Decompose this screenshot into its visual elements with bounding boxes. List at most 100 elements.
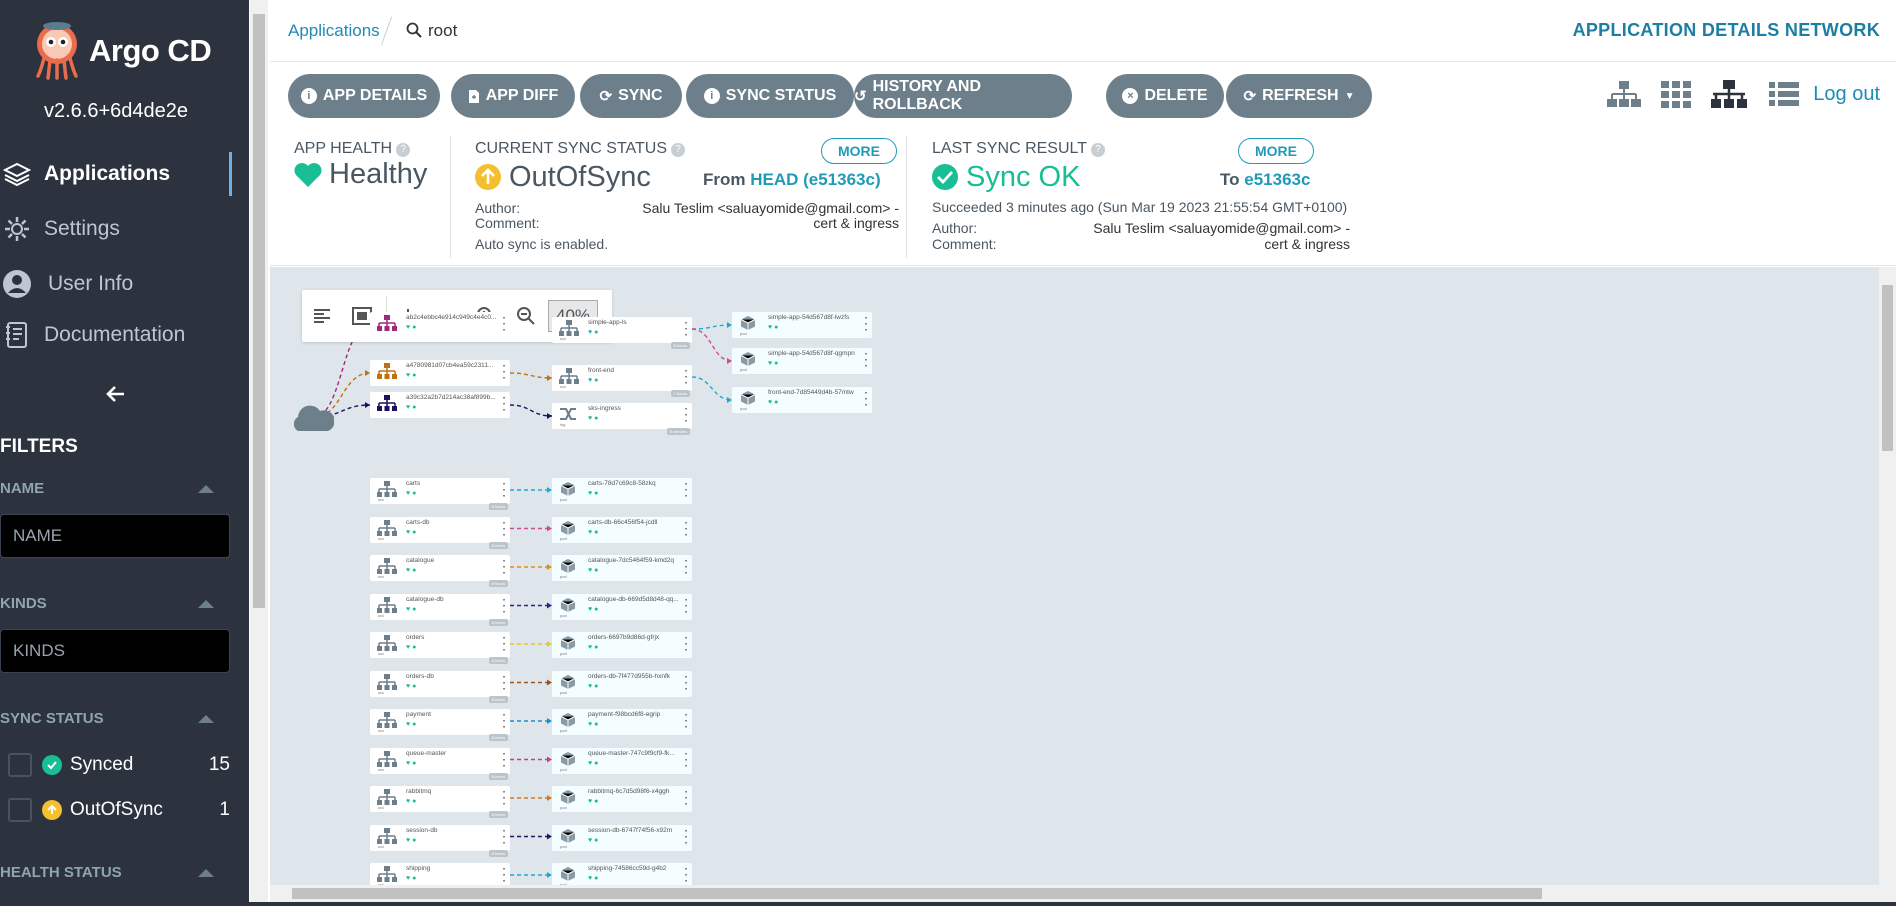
more-vertical-icon[interactable]: · · · — [685, 518, 688, 540]
pod-node[interactable]: orders-db-7f477d955b-hxnfk ♥ ● · · · pod — [552, 670, 692, 697]
graph-vertical-scrollbar[interactable] — [1879, 267, 1896, 885]
nav-item-user-info[interactable]: User Info — [0, 262, 232, 306]
more-vertical-icon[interactable]: · · · — [503, 865, 506, 886]
more-vertical-icon[interactable]: · · · — [865, 350, 868, 372]
pod-node[interactable]: catalogue-7dc5464f59-kmd2q ♥ ● · · · pod — [552, 555, 692, 581]
more-vertical-icon[interactable]: · · · — [685, 749, 688, 771]
more-vertical-icon[interactable]: · · · — [503, 557, 506, 579]
sync-filter-outofsync[interactable]: OutOfSync 1 — [8, 795, 230, 825]
sync-button[interactable]: ⟳ SYNC — [580, 74, 682, 118]
more-vertical-icon[interactable]: · · · — [865, 314, 868, 336]
more-vertical-icon[interactable]: · · · — [685, 595, 688, 617]
svc-node[interactable]: shipping♥ ●···svc8 hours — [370, 863, 510, 885]
align-left-icon[interactable] — [310, 304, 334, 328]
help-icon[interactable]: ? — [1091, 143, 1106, 157]
svc-node[interactable]: carts-db ♥ ● · · · svc 8 hours — [370, 516, 510, 549]
tree-view-icon[interactable] — [1606, 79, 1642, 109]
more-vertical-icon[interactable]: · · · — [685, 405, 688, 427]
revision-link[interactable]: HEAD (e51363c) — [750, 170, 880, 189]
pod-node[interactable]: rabbitmq-6c7d5d98f6-x4ggh ♥ ● · · · pod — [552, 786, 692, 812]
sync-status-button[interactable]: i SYNC STATUS — [686, 74, 854, 118]
pod-node[interactable]: simple-app-54d567d8f-lwzfs ♥ ● · · · pod — [732, 312, 872, 338]
name-filter-input[interactable] — [0, 514, 230, 558]
more-vertical-icon[interactable]: · · · — [503, 595, 506, 617]
help-icon[interactable]: ? — [396, 143, 411, 157]
svc-node[interactable]: payment ♥ ● · · · svc 8 hours — [370, 709, 510, 741]
svc-node[interactable]: queue-master ♥ ● · · · svc 8 hours — [370, 747, 510, 780]
more-vertical-icon[interactable]: · · · — [685, 480, 688, 502]
more-vertical-icon[interactable]: · · · — [503, 362, 506, 384]
ing-node[interactable]: sks-ingress ♥ ● · · · ing 5 minutes — [552, 403, 692, 435]
filter-kinds-header[interactable]: KINDS — [0, 595, 232, 612]
svc-node[interactable]: rabbitmq ♥ ● · · · svc 8 hours — [370, 786, 510, 818]
refresh-button[interactable]: ⟳ REFRESH ▼ — [1226, 74, 1372, 118]
svc-node[interactable]: catalogue-db ♥ ● · · · svc 8 hours — [370, 593, 510, 626]
filter-sync-status-header[interactable]: SYNC STATUS — [0, 710, 232, 727]
more-vertical-icon[interactable]: · · · — [503, 480, 506, 502]
more-vertical-icon[interactable]: · · · — [685, 788, 688, 810]
pod-node[interactable]: session-db-6747f74f56-x92m ♥ ● · · · pod — [552, 824, 692, 851]
pod-node[interactable]: orders-6697b9d86d-gfrjx ♥ ● · · · pod — [552, 632, 692, 658]
svc-node[interactable]: orders ♥ ● · · · svc 8 hours — [370, 632, 510, 664]
more-vertical-icon[interactable]: · · · — [503, 634, 506, 656]
app-diff-button[interactable]: APP DIFF — [451, 74, 575, 118]
more-vertical-icon[interactable]: · · · — [503, 518, 506, 540]
scrollbar-thumb[interactable] — [1882, 285, 1893, 451]
svc-node[interactable]: carts ♥ ● · · · svc 8 hours — [370, 478, 510, 510]
resource-graph[interactable]: 40% ab2c4ebbc4e914c949c4e4c0... ♥ ● · · · a47… — [270, 267, 1879, 885]
more-vertical-icon[interactable]: · · · — [503, 711, 506, 733]
search-query[interactable]: root — [428, 21, 457, 41]
more-vertical-icon[interactable]: · · · — [503, 788, 506, 810]
list-view-icon[interactable] — [1768, 79, 1800, 109]
sync-filter-synced[interactable]: Synced 15 — [8, 750, 230, 780]
delete-button[interactable]: × DELETE — [1106, 74, 1224, 118]
more-vertical-icon[interactable]: · · · — [685, 557, 688, 579]
more-button[interactable]: MORE — [821, 138, 897, 164]
sidebar-scrollbar[interactable] — [250, 0, 268, 906]
pod-node[interactable]: simple-app-54d567d8f-qgmpn ♥ ● · · · pod — [732, 348, 872, 374]
rs-node[interactable]: ab2c4ebbc4e914c949c4e4c0... ♥ ● · · · — [370, 312, 510, 338]
svc-node[interactable]: simple-app-ls ♥ ● · · · svc 8 hours — [552, 317, 692, 349]
pod-node[interactable]: payment-f98bcd6f8-egrip ♥ ● · · · pod — [552, 709, 692, 735]
rs-node[interactable]: a4780981d07cb4ea59c2311... ♥ ● · · · — [370, 360, 510, 386]
nav-item-applications[interactable]: Applications — [0, 152, 232, 196]
brand[interactable]: Argo CD — [32, 22, 249, 82]
more-vertical-icon[interactable]: · · · — [503, 826, 506, 848]
more-vertical-icon[interactable]: · · · — [503, 394, 506, 416]
nav-item-documentation[interactable]: Documentation — [0, 313, 232, 357]
svc-node[interactable]: session-db ♥ ● · · · svc 8 hours — [370, 824, 510, 857]
graph-horizontal-scrollbar[interactable] — [270, 885, 1896, 902]
help-icon[interactable]: ? — [671, 143, 686, 157]
filter-health-status-header[interactable]: HEALTH STATUS — [0, 864, 232, 881]
pod-node[interactable]: front-end-7d85449d4b-57mtw ♥ ● · · · pod — [732, 387, 872, 413]
svc-node[interactable]: front-end ♥ ● · · · svc 7 hours — [552, 365, 692, 397]
pod-node[interactable]: carts-db-66c456f54-jcdll ♥ ● · · · pod — [552, 516, 692, 543]
more-vertical-icon[interactable]: · · · — [685, 865, 688, 886]
app-details-button[interactable]: i APP DETAILS — [288, 74, 440, 118]
more-vertical-icon[interactable]: · · · — [685, 634, 688, 656]
pod-node[interactable]: queue-master-747c9f9cf9-fk... ♥ ● · · · pod — [552, 747, 692, 774]
svc-node[interactable]: catalogue ♥ ● · · · svc 8 hours — [370, 555, 510, 587]
more-vertical-icon[interactable]: · · · — [865, 389, 868, 411]
svc-node[interactable]: orders-db ♥ ● · · · svc 8 hours — [370, 670, 510, 703]
rs-node[interactable]: a39c32a2b7d214ac38af899b... ♥ ● · · · — [370, 392, 510, 418]
pod-node[interactable]: catalogue-db-669d5d8d48-qq... ♥ ● · · · pod — [552, 593, 692, 620]
more-vertical-icon[interactable]: · · · — [685, 711, 688, 733]
scrollbar-thumb[interactable] — [292, 888, 1542, 899]
more-button[interactable]: MORE — [1238, 138, 1314, 164]
nav-item-settings[interactable]: Settings — [0, 207, 232, 251]
arrow-left-icon[interactable] — [104, 382, 128, 406]
more-vertical-icon[interactable]: · · · — [685, 672, 688, 694]
grid-view-icon[interactable] — [1660, 79, 1692, 109]
checkbox[interactable] — [8, 753, 32, 777]
filter-name-header[interactable]: NAME — [0, 480, 232, 497]
logout-link[interactable]: Log out — [1813, 83, 1880, 106]
more-vertical-icon[interactable]: · · · — [503, 749, 506, 771]
breadcrumb-applications[interactable]: Applications — [288, 21, 380, 41]
pod-node[interactable]: shipping-74586cc59d-g4b2 ♥ ● · · · pod — [552, 863, 692, 885]
more-vertical-icon[interactable]: · · · — [503, 672, 506, 694]
kinds-filter-input[interactable] — [0, 629, 230, 673]
zoom-out-icon[interactable] — [514, 304, 538, 328]
pod-node[interactable]: carts-78d7c69c8-58zkq ♥ ● · · · pod — [552, 478, 692, 504]
network-view-icon[interactable] — [1711, 79, 1747, 109]
